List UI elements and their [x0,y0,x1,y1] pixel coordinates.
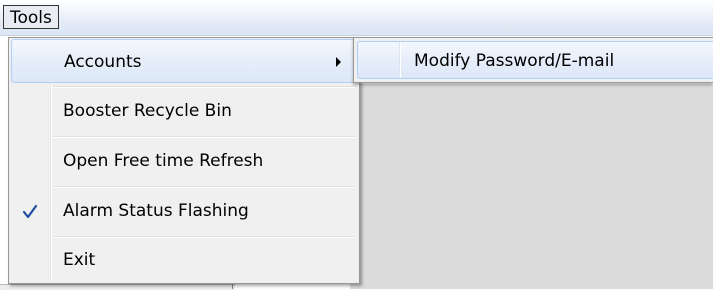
menu-item-label: Alarm Status Flashing [63,201,249,221]
submenu-item-label: Modify Password/E-mail [414,51,615,71]
menu-item-open-free-time-refresh[interactable]: Open Free time Refresh [11,139,357,183]
workspace-area [350,84,713,289]
tools-dropdown-menu: Accounts Booster Recycle Bin Open Free t… [8,37,360,284]
menu-item-accounts[interactable]: Accounts [11,39,357,83]
menu-item-exit[interactable]: Exit [11,238,357,282]
tools-menu-label: Tools [10,8,52,28]
panel-divider [232,284,233,289]
bottom-panel-strip [0,284,235,290]
menu-separator [53,136,355,138]
menu-item-booster-recycle-bin[interactable]: Booster Recycle Bin [11,89,357,133]
menu-bar: Tools [0,0,713,36]
tools-menu-button[interactable]: Tools [3,5,59,29]
submenu-item-modify-password-email[interactable]: Modify Password/E-mail [357,41,713,79]
checkmark-icon [17,199,43,225]
menu-item-label: Exit [63,250,96,270]
submenu-arrow-icon [336,57,341,67]
menu-item-label: Booster Recycle Bin [63,101,232,121]
menu-item-alarm-status-flashing[interactable]: Alarm Status Flashing [11,189,357,233]
menu-separator [53,86,355,88]
menu-item-label: Open Free time Refresh [63,151,264,171]
menu-item-label: Accounts [64,52,142,72]
menu-separator [53,186,355,188]
accounts-submenu: Modify Password/E-mail [353,37,713,83]
submenu-icon-gutter-divider [399,42,401,78]
